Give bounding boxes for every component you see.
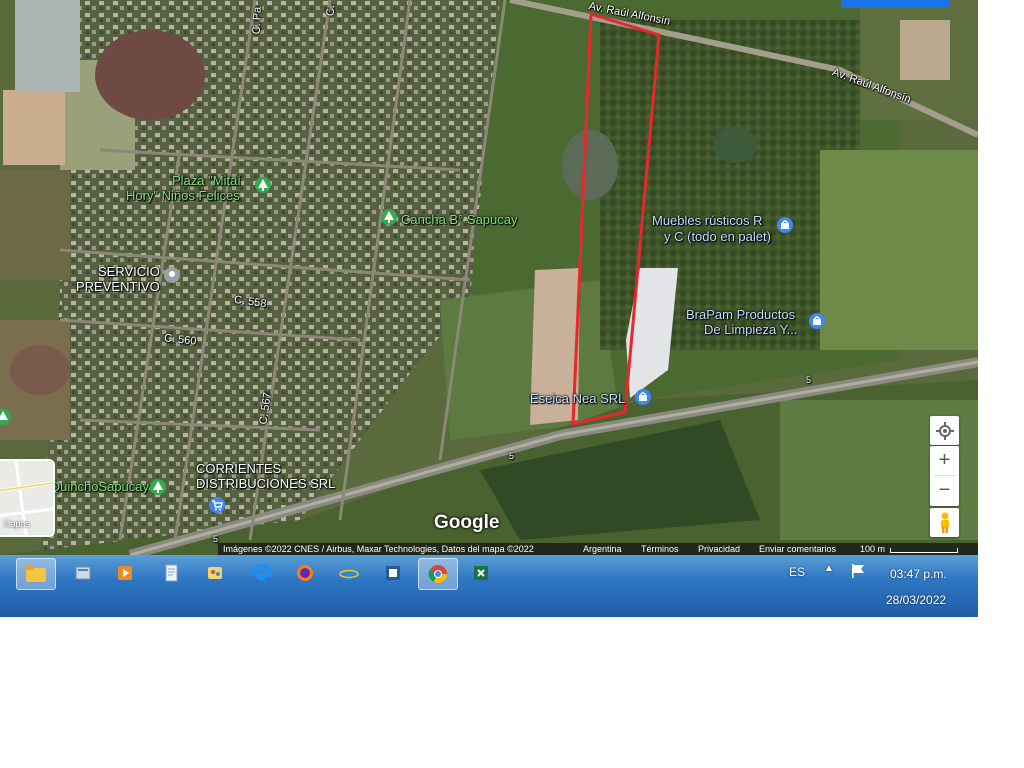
clock-date[interactable]: 28/03/2022: [886, 593, 946, 607]
windows-start-icon: [0, 563, 2, 583]
place-cancha[interactable]: Cancha B° Sapucay: [401, 213, 518, 227]
minus-icon: −: [938, 479, 951, 501]
chrome-icon: [428, 565, 447, 584]
route-shield-5-b: 5: [509, 451, 515, 461]
shopping-pin-icon[interactable]: [776, 216, 794, 234]
my-location-button[interactable]: [930, 416, 959, 445]
imagery-attribution: Imágenes ©2022 CNES / Airbus, Maxar Tech…: [223, 544, 534, 554]
word-icon: [386, 566, 400, 580]
action-center-flag-icon[interactable]: [850, 563, 868, 579]
zoom-out-button[interactable]: −: [930, 476, 959, 505]
layers-label: Capas: [4, 519, 31, 529]
place-servicio-line2[interactable]: PREVENTIVO: [76, 280, 160, 294]
clock-time[interactable]: 03:47 p.m.: [890, 567, 947, 581]
tree-pin-icon-quincho[interactable]: [149, 478, 167, 496]
layers-toggle[interactable]: Capas: [0, 459, 55, 537]
street-view-pegman[interactable]: [930, 508, 959, 537]
google-logo: Google: [434, 512, 500, 533]
firefox-icon: [297, 565, 313, 581]
notepad-icon: [165, 564, 178, 582]
taskbar-chrome[interactable]: [418, 558, 458, 590]
crosshair-icon: [935, 421, 954, 440]
taskbar-explorer[interactable]: [64, 558, 102, 588]
language-indicator[interactable]: ES: [789, 565, 805, 579]
place-servicio-line1[interactable]: SERVICIO: [98, 265, 160, 279]
place-plaza-line2[interactable]: Hory" Niños Felices: [126, 189, 240, 203]
tree-pin-icon[interactable]: [254, 176, 272, 194]
folder-icon: [26, 566, 46, 582]
place-quincho[interactable]: QuinchoSapucay: [50, 480, 149, 494]
scale-bar: [890, 548, 958, 553]
scale-label[interactable]: 100 m: [860, 543, 885, 555]
plus-icon: +: [938, 449, 951, 471]
attribution-bar: Imágenes ©2022 CNES / Airbus, Maxar Tech…: [218, 543, 978, 555]
edge-icon: [250, 563, 272, 581]
taskbar-ie[interactable]: e: [330, 558, 368, 588]
taskbar-excel[interactable]: [462, 558, 500, 588]
taskbar-media-player[interactable]: [106, 558, 144, 588]
taskbar-word[interactable]: [374, 558, 412, 588]
road-label-c-pa: C. Pa: [250, 6, 264, 35]
place-corrientes-line1[interactable]: CORRIENTES: [196, 462, 281, 476]
zoom-control: + −: [930, 446, 959, 506]
screen: Av. Raúl Alfonsín Av. Raúl Alfonsín C. P…: [0, 0, 978, 617]
place-muebles-line2[interactable]: y C (todo en palet): [664, 230, 771, 244]
place-muebles-line1[interactable]: Muebles rústicos R: [652, 214, 763, 228]
feedback-link[interactable]: Enviar comentarios: [759, 543, 836, 555]
place-eseica[interactable]: Eseica Nea SRL: [530, 392, 625, 406]
top-blue-button[interactable]: [841, 0, 949, 8]
taskbar-edge[interactable]: [242, 558, 280, 588]
shopping-pin-icon-brapam[interactable]: [808, 312, 826, 330]
cart-pin-icon[interactable]: [208, 496, 226, 514]
zoom-in-button[interactable]: +: [930, 446, 959, 475]
location-pin-icon[interactable]: [163, 266, 181, 284]
place-corrientes-line2[interactable]: DISTRIBUCIONES SRL: [196, 477, 335, 491]
tree-pin-icon-cancha[interactable]: [380, 208, 398, 226]
place-brapam-line2[interactable]: De Limpieza Y...: [704, 323, 797, 337]
tree-pin-icon-edge[interactable]: [0, 408, 12, 426]
ie-icon: e: [339, 564, 359, 583]
taskbar-paint[interactable]: [196, 558, 234, 588]
start-button[interactable]: [0, 558, 4, 588]
country-link[interactable]: Argentina: [583, 543, 622, 555]
place-plaza-line1[interactable]: Plaza "Mitaí: [172, 174, 241, 188]
windows-taskbar: e ES ▲ 03:47 p.m. 28/03/2022: [0, 555, 978, 617]
pegman-icon: [940, 512, 949, 533]
map-view[interactable]: Av. Raúl Alfonsín Av. Raúl Alfonsín C. P…: [0, 0, 978, 555]
road-label-c: C.: [324, 4, 338, 17]
media-player-icon: [118, 566, 132, 580]
shopping-pin-icon-eseica[interactable]: [634, 388, 652, 406]
privacy-link[interactable]: Privacidad: [698, 543, 740, 555]
svg-text:e: e: [342, 564, 353, 583]
show-hidden-icons[interactable]: ▲: [824, 563, 834, 574]
explorer-icon: [75, 566, 91, 580]
terms-link[interactable]: Términos: [641, 543, 679, 555]
paint-icon: [208, 567, 222, 579]
excel-icon: [474, 566, 488, 580]
taskbar-firefox[interactable]: [286, 558, 324, 588]
route-shield-5: 5: [806, 375, 812, 385]
place-brapam-line1[interactable]: BraPam Productos: [686, 308, 795, 322]
taskbar-folder[interactable]: [16, 558, 56, 590]
taskbar-notepad[interactable]: [152, 558, 190, 588]
